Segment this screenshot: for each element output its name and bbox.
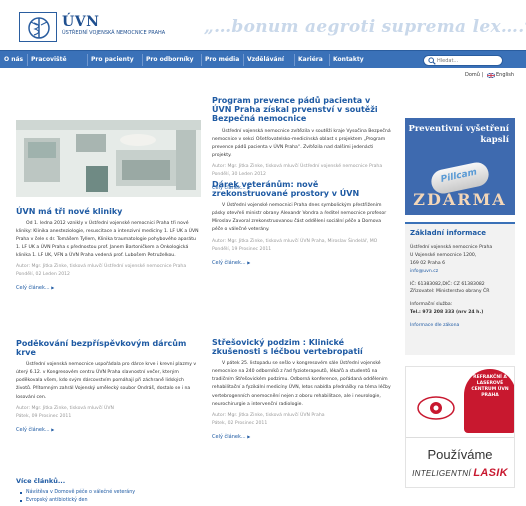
arrow-right-icon: ▶: [247, 259, 251, 265]
read-more-label: Celý článek...: [212, 433, 246, 440]
list-item[interactable]: Evropský antibiotický den: [16, 497, 200, 505]
article-title[interactable]: Program prevence pádů pacienta v ÚVN Pra…: [212, 96, 392, 124]
nav-item-pro-media[interactable]: Pro média: [205, 51, 239, 69]
left-article-2: Poděkování bezpříspěvkovým dárcům krve Ú…: [16, 339, 200, 433]
article-author: Autor: Mgr. Jitka Zinke, tisková mluvčí …: [212, 238, 378, 244]
info-title: Základní informace: [410, 229, 487, 237]
promo-free-label: ZDARMA: [413, 190, 507, 209]
article-title[interactable]: Dárek veteránům: nově zrekonstruované pr…: [212, 180, 392, 198]
article-author: Autor: Mgr. Jitka Zinke, tisková mluvčí …: [16, 405, 114, 411]
article-date: Pátek, 02 Prosinec 2011: [212, 420, 268, 426]
article-author: Autor: Mgr. Jitka Zinke, tisková mluvčí …: [212, 163, 383, 169]
nav-item-pracoviste[interactable]: Pracoviště: [31, 51, 67, 69]
nav-divider: [142, 54, 143, 66]
read-more-link[interactable]: Celý článek... ▶: [212, 434, 392, 441]
article-date: Pátek, 09 Prosinec 2011: [16, 413, 72, 419]
more-articles-title: Více článků...: [16, 477, 66, 485]
search-input[interactable]: [437, 57, 499, 65]
nav-item-vzdelavani[interactable]: Vzdělávání: [247, 51, 284, 69]
ad-brand-lasik: LASIK: [473, 467, 508, 479]
read-more-link[interactable]: Celý článek... ▶: [212, 260, 392, 267]
search-box[interactable]: [423, 55, 503, 66]
nav-divider: [294, 54, 295, 66]
home-link[interactable]: Domů |: [465, 72, 483, 79]
logo-title: ÚVN: [62, 14, 100, 30]
uvn-logo[interactable]: [19, 12, 57, 42]
ad-headline: Používáme: [427, 447, 493, 462]
ad-brand-prefix: INTELIGENTNÍ: [412, 469, 471, 478]
article-title[interactable]: Střešovický podzim : Klinické zkušenosti…: [212, 338, 392, 356]
nav-divider: [243, 54, 244, 66]
read-more-label: Celý článek...: [16, 285, 50, 292]
search-icon[interactable]: [428, 57, 436, 65]
ad-divider: [406, 437, 514, 438]
read-more-label: Celý článek...: [16, 426, 50, 433]
info-law-link[interactable]: Informace dle zákona: [410, 323, 459, 328]
arrow-right-icon: ▶: [51, 285, 55, 291]
info-phone: Tel.: 973 208 333 (nrv 24 h.): [410, 310, 484, 316]
mid-article-3: Střešovický podzim : Klinické zkušenosti…: [212, 338, 392, 440]
utility-bar: Domů | English: [0, 72, 526, 82]
info-ic: IČ: 61383082,DIČ: CZ 61383082: [410, 281, 485, 287]
nav-divider: [87, 54, 88, 66]
list-item[interactable]: Návštěva v Domově péče o válečné veterán…: [16, 489, 200, 497]
lasik-ad-banner[interactable]: REFRAKČNÍ A LASEROVÉ CENTRUM ÚVN PRAHA P…: [405, 366, 515, 488]
mid-article-1: Program prevence pádů pacienta v ÚVN Pra…: [212, 96, 392, 192]
site-motto: „…bonum aegroti suprema lex….“: [204, 17, 526, 37]
hospital-equipment-image: [16, 120, 201, 197]
pillcam-promo-banner[interactable]: Preventivní vyšetření kapslí Pillcam ZDA…: [405, 118, 515, 215]
article-text: V Ústřední vojenské nemocnici Praha dnes…: [212, 203, 387, 233]
article-date: Pondělí, 30 Leden 2012: [212, 171, 266, 177]
article-author: Autor: Mgr. Jitka Zinke, tisková mluvčí …: [16, 264, 187, 270]
read-more-link[interactable]: Celý článek... ▶: [16, 285, 200, 292]
arrow-right-icon: ▶: [247, 433, 251, 439]
article-title[interactable]: ÚVN má tři nové kliniky: [16, 207, 200, 216]
refractive-center-badge: REFRAKČNÍ A LASEROVÉ CENTRUM ÚVN PRAHA: [464, 369, 514, 433]
info-name: Ústřední vojenská nemocnice Praha: [410, 245, 493, 251]
nav-item-pro-odborniky[interactable]: Pro odborníky: [146, 51, 194, 69]
article-text: V pátek 25. listopadu se sešlo v kongres…: [212, 361, 391, 407]
ad-brand: INTELIGENTNÍ LASIK: [406, 467, 514, 479]
article-author: Autor: Mgr. Jitka Zinke, tisková mluvčí …: [212, 412, 325, 418]
article-date: Pondělí, 19 Prosinec 2011: [212, 246, 272, 252]
english-link[interactable]: English: [496, 72, 514, 79]
eye-illustration-icon: [417, 396, 455, 420]
pillcam-label: Pillcam: [439, 167, 478, 185]
nav-item-kariera[interactable]: Kariéra: [298, 51, 323, 69]
nav-item-o-nas[interactable]: O nás: [4, 51, 23, 69]
logo-subtitle: ÚSTŘEDNÍ VOJENSKÁ NEMOCNICE PRAHA: [62, 30, 166, 36]
info-email-link[interactable]: info@uvn.cz: [410, 269, 438, 274]
nav-divider: [329, 54, 330, 66]
more-articles-list: Návštěva v Domově péče o válečné veterán…: [16, 489, 200, 505]
basic-info-box: Základní informace Ústřední vojenská nem…: [405, 222, 515, 355]
read-more-link[interactable]: Celý článek... ▶: [16, 427, 200, 434]
info-city: 169 02 Praha 6: [410, 261, 446, 267]
info-street: U Vojenské nemocnice 1200,: [410, 253, 477, 259]
uk-flag-icon[interactable]: [487, 73, 495, 78]
article-date: Pondělí, 02 Leden 2012: [16, 272, 70, 278]
article-photo[interactable]: [16, 120, 201, 197]
article-title[interactable]: Poděkování bezpříspěvkovým dárcům krve: [16, 339, 200, 357]
article-text: Ústřední vojenská nemocnice zvítězila v …: [212, 128, 391, 158]
caduceus-icon: [28, 17, 50, 39]
more-articles: Více článků... Návštěva v Domově péče o …: [16, 477, 200, 505]
info-founder: Zřizovatel: Ministerstvo obrany ČR: [410, 289, 490, 295]
promo-title: Preventivní vyšetření kapslí: [408, 124, 509, 146]
arrow-right-icon: ▶: [51, 426, 55, 432]
nav-item-pro-pacienty[interactable]: Pro pacienty: [91, 51, 134, 69]
left-article: ÚVN má tři nové kliniky Od 1. ledna 2012…: [16, 207, 200, 292]
info-service-label: Informační služba:: [410, 302, 453, 308]
article-text: Ústřední vojenská nemocnice uspořádala p…: [16, 362, 197, 400]
mid-article-2: Dárek veteránům: nově zrekonstruované pr…: [212, 180, 392, 266]
read-more-label: Celý článek...: [212, 259, 246, 266]
main-navigation: O nás Pracoviště Pro pacienty Pro odborn…: [0, 50, 526, 68]
nav-item-kontakty[interactable]: Kontakty: [333, 51, 364, 69]
article-text: Od 1. ledna 2012 vznikly v Ústřední voje…: [16, 221, 199, 259]
nav-divider: [27, 54, 28, 66]
badge-text: REFRAKČNÍ A LASEROVÉ CENTRUM ÚVN PRAHA: [471, 375, 509, 399]
nav-divider: [201, 54, 202, 66]
site-header: ÚVN ÚSTŘEDNÍ VOJENSKÁ NEMOCNICE PRAHA „……: [0, 0, 526, 47]
